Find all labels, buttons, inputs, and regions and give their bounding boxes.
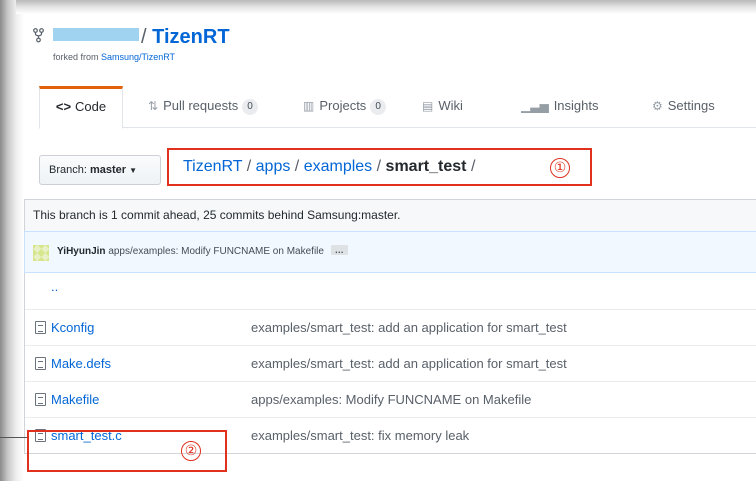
breadcrumb-root-link[interactable]: TizenRT — [183, 158, 242, 175]
tab-insights[interactable]: ▁▃▅ Insights — [521, 86, 599, 128]
tab-settings-label: Settings — [667, 98, 715, 113]
breadcrumb-current: smart_test — [385, 158, 467, 175]
tab-wiki[interactable]: ▤ Wiki — [422, 86, 463, 128]
window-top-shadow — [16, 0, 756, 14]
breadcrumb: TizenRT / apps / examples / smart_test / — [183, 158, 475, 176]
breadcrumb-highlight-box: TizenRT / apps / examples / smart_test /… — [167, 148, 592, 186]
table-row[interactable]: Make.defs examples/smart_test: add an ap… — [25, 345, 756, 381]
table-row[interactable]: Kconfig examples/smart_test: add an appl… — [25, 309, 756, 345]
file-icon — [35, 321, 46, 334]
tab-code[interactable]: <> Code — [39, 86, 123, 129]
file-commit-message[interactable]: examples/smart_test: add an application … — [251, 346, 567, 381]
breadcrumb-examples-link[interactable]: examples — [304, 158, 372, 175]
repo-nav-tabs: <> Code ⇅ Pull requests 0 ▥ Projects 0 ▤ Wiki … — [39, 86, 756, 129]
file-list: .. Kconfig examples/smart_test: add an a… — [24, 273, 756, 454]
tab-settings[interactable]: ⚙ Settings — [652, 86, 715, 128]
file-commit-message[interactable]: examples/smart_test: add an application … — [251, 310, 567, 345]
branch-status-bar: This branch is 1 commit ahead, 25 commit… — [24, 199, 756, 231]
gear-icon: ⚙ — [652, 99, 663, 113]
breadcrumb-apps-link[interactable]: apps — [256, 158, 291, 175]
breadcrumb-separator: / — [376, 158, 382, 175]
tab-insights-label: Insights — [553, 98, 599, 113]
tab-pull-requests-label: Pull requests — [163, 98, 239, 113]
repo-title-separator: / — [141, 26, 147, 48]
file-icon — [35, 393, 46, 406]
file-commit-message[interactable]: examples/smart_test: fix memory leak — [251, 418, 469, 453]
branch-prefix: Branch: — [49, 164, 87, 176]
pull-request-icon: ⇅ — [148, 99, 159, 113]
file-icon — [35, 357, 46, 370]
annotation-number-2: ② — [181, 441, 201, 461]
file-commit-message[interactable]: apps/examples: Modify FUNCNAME on Makefi… — [251, 382, 531, 417]
latest-commit-bar: YiHyunJin apps/examples: Modify FUNCNAME… — [24, 231, 756, 273]
project-icon: ▥ — [303, 99, 315, 113]
tab-code-label: Code — [75, 99, 107, 114]
tab-wiki-label: Wiki — [438, 98, 463, 113]
code-icon: <> — [55, 99, 72, 114]
file-name-link[interactable]: Kconfig — [51, 310, 94, 345]
owner-name-redacted[interactable] — [53, 28, 139, 41]
breadcrumb-separator: / — [246, 158, 252, 175]
commit-author-link[interactable]: YiHyunJin — [57, 246, 106, 257]
tab-projects[interactable]: ▥ Projects 0 — [303, 86, 386, 128]
file-highlight-box: ② — [27, 430, 227, 472]
pull-requests-counter: 0 — [242, 99, 258, 115]
file-name-link[interactable]: Makefile — [51, 382, 99, 417]
repo-page: / TizenRT forked from Samsung/TizenRT <>… — [24, 14, 756, 481]
table-row[interactable]: .. — [25, 273, 756, 309]
tab-pull-requests[interactable]: ⇅ Pull requests 0 — [148, 86, 258, 128]
commit-message-link[interactable]: apps/examples: Modify FUNCNAME on Makefi… — [108, 246, 324, 257]
annotation-leader-line — [0, 437, 27, 438]
projects-counter: 0 — [370, 99, 386, 115]
repo-title: / TizenRT — [53, 26, 230, 49]
forked-from: forked from Samsung/TizenRT — [53, 52, 175, 62]
file-name-link[interactable]: Make.defs — [51, 346, 111, 381]
forked-from-label: forked from — [53, 52, 102, 62]
annotation-number-1: ① — [550, 158, 570, 178]
graph-icon: ▁▃▅ — [521, 99, 549, 113]
repo-name-link[interactable]: TizenRT — [152, 26, 229, 48]
table-row[interactable]: Makefile apps/examples: Modify FUNCNAME … — [25, 381, 756, 417]
branch-select-button[interactable]: Branch: master ▼ — [39, 155, 161, 185]
commit-expand-button[interactable]: … — [330, 245, 348, 255]
repo-forked-icon — [33, 28, 47, 46]
avatar[interactable] — [33, 245, 49, 261]
breadcrumb-separator: / — [294, 158, 300, 175]
book-icon: ▤ — [422, 99, 434, 113]
caret-down-icon: ▼ — [129, 166, 137, 175]
branch-name: master — [89, 164, 127, 176]
tab-projects-label: Projects — [319, 98, 367, 113]
parent-directory-link[interactable]: .. — [51, 269, 58, 304]
breadcrumb-separator: / — [470, 158, 476, 175]
forked-source-link[interactable]: Samsung/TizenRT — [101, 52, 175, 62]
